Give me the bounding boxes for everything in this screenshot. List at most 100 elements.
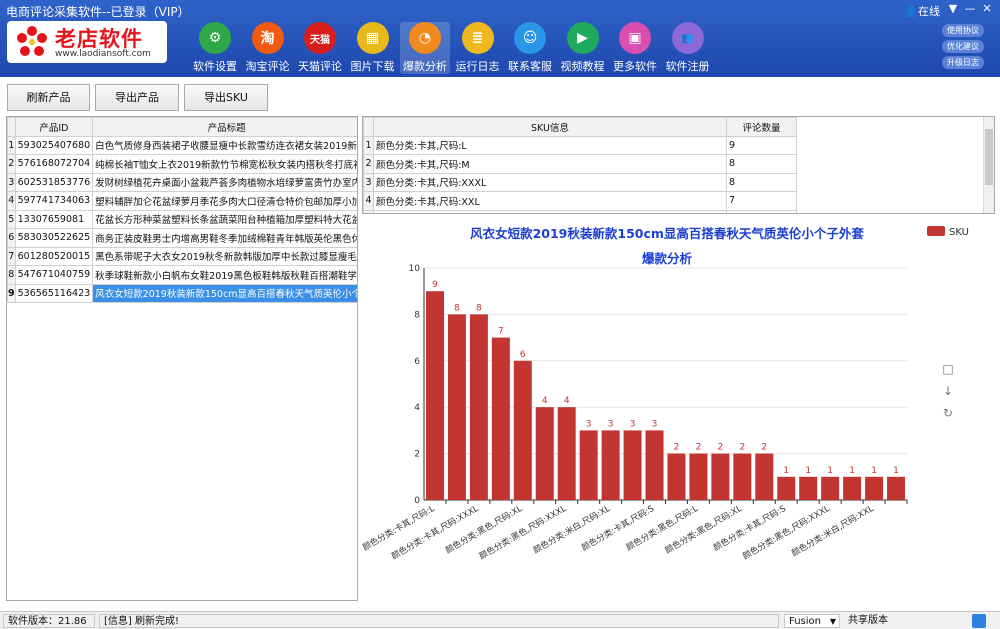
product-id-cell[interactable]: 576168072704 [14, 154, 94, 174]
toolbar-item-7[interactable]: ▶ 视频教程 [558, 22, 608, 74]
bar[interactable] [425, 291, 444, 500]
bar[interactable] [491, 337, 510, 500]
bar[interactable] [865, 476, 884, 500]
product-title-cell[interactable]: 商务正装皮鞋男士内增高男鞋冬季加绒棉鞋青年韩版英伦黑色休闲鞋 [92, 228, 357, 248]
product-title-cell[interactable]: 塑料辅胖加仑花盆绿萝月季花多肉大口径清仓特价包邮加厚小加仑盆 [92, 191, 357, 211]
sku-info-cell[interactable]: 颜色分类:卡其,尺码:L [373, 135, 727, 155]
sku-table-panel: SKU信息 评论数量 1 颜色分类:卡其,尺码:L 9 2 颜色分类:卡其,尺码:M 8 3… [362, 116, 995, 214]
scrollbar-thumb[interactable] [985, 129, 993, 185]
export-sku-button[interactable]: 导出SKU [184, 84, 268, 111]
product-row[interactable]: 9 536565116423 风衣女短款2019秋装新款150cm显高百搭春秋天气质… [7, 283, 357, 303]
refresh-icon[interactable]: ↻ [943, 406, 953, 420]
bar[interactable] [733, 453, 752, 500]
sku-info-cell[interactable]: 颜色分类:卡其,尺码:XXXL [373, 172, 727, 192]
comment-count-cell[interactable]: 8 [726, 154, 797, 174]
minimize-icon[interactable]: — [963, 2, 977, 15]
toolbar-item-0[interactable]: ⚙ 软件设置 [190, 22, 240, 74]
bar[interactable] [557, 407, 576, 500]
product-id-cell[interactable]: 601280520015 [14, 246, 94, 266]
sku-info-cell[interactable]: 颜色分类:卡其,尺码:XXL [373, 191, 727, 211]
product-title-cell[interactable]: 秋季球鞋新款小白帆布女鞋2019黑色板鞋韩版秋鞋百搭潮鞋学生布鞋 [92, 265, 357, 285]
bar[interactable] [535, 407, 554, 500]
sku-row[interactable]: 1 颜色分类:卡其,尺码:L 9 [363, 135, 797, 155]
toolbar-item-6[interactable]: ☺ 联系客服 [505, 22, 555, 74]
product-row[interactable]: 6 583030522625 商务正装皮鞋男士内增高男鞋冬季加绒棉鞋青年韩版英伦黑色… [7, 228, 357, 248]
download-icon[interactable]: ↓ [943, 384, 953, 398]
bar[interactable] [601, 430, 620, 500]
product-row[interactable]: 1 593025407680 白色气质修身西装裙子收腰显瘦中长款雪纺连衣裙女装201… [7, 135, 357, 155]
product-row[interactable]: 3 602531853776 发财树绿植花卉桌面小盆栽芦荟多肉植物水培绿萝富贵竹办室… [7, 172, 357, 192]
bar[interactable] [711, 453, 730, 500]
bar[interactable] [579, 430, 598, 500]
product-row[interactable]: 8 547671040759 秋季球鞋新款小白帆布女鞋2019黑色板鞋韩版秋鞋百搭潮… [7, 265, 357, 285]
product-row[interactable]: 5 13307659081 花盆长方形种菜盆塑料长条盆蔬菜阳台种植箱加厚塑料特大花盆… [7, 209, 357, 229]
data-view-icon[interactable]: □ [942, 362, 953, 376]
bar-value-label: 1 [871, 466, 877, 476]
product-title-cell[interactable]: 风衣女短款2019秋装新款150cm显高百搭春秋天气质英伦小个子外套 [92, 283, 357, 303]
product-title-cell[interactable]: 花盆长方形种菜盆塑料长条盆蔬菜阳台种植箱加厚塑料特大花盆托盘 [92, 209, 357, 229]
sku-info-cell[interactable]: 颜色分类:黑色,尺码:XL [373, 209, 727, 213]
toolbar-item-8[interactable]: ▣ 更多软件 [610, 22, 660, 74]
product-title-cell[interactable]: 纯棉长袖T恤女上衣2019新款竹节棉宽松秋女装内搭秋冬打底衫潮 [92, 154, 357, 174]
engine-select[interactable]: Fusion ▼ [784, 614, 840, 628]
export-products-button[interactable]: 导出产品 [95, 84, 179, 111]
toolbar-item-1[interactable]: 淘淘宝评论 [243, 22, 293, 74]
vertical-scrollbar[interactable] [983, 117, 994, 213]
product-id-cell[interactable]: 547671040759 [14, 265, 94, 285]
sku-row[interactable]: 2 颜色分类:卡其,尺码:M 8 [363, 154, 797, 174]
suggestion-button[interactable]: 优化建议 [942, 40, 984, 53]
column-header-comment-count[interactable]: 评论数量 [726, 117, 797, 137]
product-id-cell[interactable]: 602531853776 [14, 172, 94, 192]
comment-count-cell[interactable]: 8 [726, 172, 797, 192]
sku-row[interactable]: 3 颜色分类:卡其,尺码:XXXL 8 [363, 172, 797, 192]
legend-swatch[interactable] [927, 226, 945, 236]
bar[interactable] [777, 476, 796, 500]
product-id-cell[interactable]: 13307659081 [14, 209, 94, 229]
bar[interactable] [755, 453, 774, 500]
comment-count-cell[interactable]: 6 [726, 209, 797, 213]
bar[interactable] [689, 453, 708, 500]
changelog-button[interactable]: 升级日志 [942, 56, 984, 69]
legend-label[interactable]: SKU [949, 227, 969, 238]
bar[interactable] [843, 476, 862, 500]
menu-icon[interactable]: ▼ [946, 2, 960, 15]
sku-info-cell[interactable]: 颜色分类:卡其,尺码:M [373, 154, 727, 174]
row-number: 7 [7, 246, 16, 266]
product-id-cell[interactable]: 597741734063 [14, 191, 94, 211]
users-icon: 👥 [671, 22, 704, 54]
comment-count-cell[interactable]: 9 [726, 135, 797, 155]
product-id-cell[interactable]: 583030522625 [14, 228, 94, 248]
column-header-product-title[interactable]: 产品标题 [92, 117, 357, 137]
bar[interactable] [821, 476, 840, 500]
sku-row[interactable]: 5颜色分类:黑色,尺码:XL6 [363, 209, 797, 213]
toolbar-item-3[interactable]: ▦ 图片下载 [348, 22, 398, 74]
bar[interactable] [667, 453, 686, 500]
toolbar-item-4[interactable]: ◔ 爆款分析 [400, 22, 450, 74]
bar[interactable] [645, 430, 664, 500]
product-title-cell[interactable]: 白色气质修身西装裙子收腰显瘦中长款雪纺连衣裙女装2019新款夏装 [92, 135, 357, 155]
product-table-panel: 产品ID 产品标题 1 593025407680 白色气质修身西装裙子收腰显瘦中长款… [6, 116, 358, 601]
comment-count-cell[interactable]: 7 [726, 191, 797, 211]
bar[interactable] [447, 314, 466, 500]
bar[interactable] [513, 360, 532, 500]
sku-row[interactable]: 4 颜色分类:卡其,尺码:XXL 7 [363, 191, 797, 211]
toolbar-item-9[interactable]: 👥 软件注册 [663, 22, 713, 74]
close-icon[interactable]: ✕ [980, 2, 994, 15]
product-row[interactable]: 7 601280520015 黑色系带呢子大衣女2019秋冬新款韩版加厚中长款过膝显… [7, 246, 357, 266]
bar[interactable] [623, 430, 642, 500]
refresh-products-button[interactable]: 刷新产品 [7, 84, 90, 111]
product-row[interactable]: 2 576168072704 纯棉长袖T恤女上衣2019新款竹节棉宽松秋女装内搭秋冬… [7, 154, 357, 174]
product-title-cell[interactable]: 发财树绿植花卉桌面小盆栽芦荟多肉植物水培绿萝富贵竹办室内好养 [92, 172, 357, 192]
column-header-product-id[interactable]: 产品ID [14, 117, 94, 137]
bar[interactable] [799, 476, 818, 500]
product-id-cell[interactable]: 536565116423 [14, 283, 94, 303]
bar[interactable] [887, 476, 906, 500]
toolbar-item-2[interactable]: 天猫 天猫评论 [295, 22, 345, 74]
toolbar-item-5[interactable]: ≣ 运行日志 [453, 22, 503, 74]
agreement-button[interactable]: 使用协议 [942, 24, 984, 37]
column-header-sku-info[interactable]: SKU信息 [373, 117, 727, 137]
bar[interactable] [469, 314, 488, 500]
product-id-cell[interactable]: 593025407680 [14, 135, 94, 155]
product-title-cell[interactable]: 黑色系带呢子大衣女2019秋冬新款韩版加厚中长款过膝显瘦毛呢外套 [92, 246, 357, 266]
product-row[interactable]: 4 597741734063 塑料辅胖加仑花盆绿萝月季花多肉大口径清仓特价包邮加厚小… [7, 191, 357, 211]
